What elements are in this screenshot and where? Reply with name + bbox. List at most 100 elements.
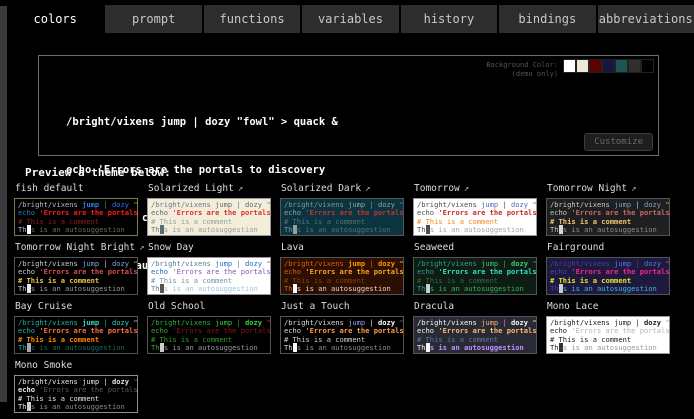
autosuggestion-token: s is an autosuggestion <box>164 343 258 352</box>
tab-functions[interactable]: functions <box>204 5 300 33</box>
typed-text: Th <box>284 284 293 293</box>
autosuggestion-token: s is an autosuggestion <box>164 284 258 293</box>
theme-title: Fairground <box>547 242 670 254</box>
theme-card-fish-default[interactable]: fish default/bright/vixens jump | dozy "… <box>14 183 138 236</box>
typed-text: Th <box>18 284 27 293</box>
tab-colors[interactable]: colors <box>7 5 103 33</box>
theme-title: Mono Smoke <box>15 360 138 372</box>
typed-text: Th <box>417 284 426 293</box>
theme-card-mono-smoke[interactable]: Mono Smoke/bright/vixens jump | dozy "fo… <box>14 360 138 413</box>
tab-variables[interactable]: variables <box>302 5 398 33</box>
theme-title: Tomorrow↗ <box>414 183 537 195</box>
tab-bindings[interactable]: bindings <box>499 5 595 33</box>
theme-card-mono-lace[interactable]: Mono Lace/bright/vixens jump | dozy "fow… <box>546 301 670 354</box>
autosuggestion-token: s is an autosuggestion <box>31 343 125 352</box>
autosuggestion-token: s is an autosuggestion <box>297 225 391 234</box>
typed-text: Th <box>417 343 426 352</box>
theme-terminal-preview: /bright/vixens jump | dozy "fowl" > quac… <box>546 198 670 236</box>
background-color-label: Background Color: <box>486 61 558 70</box>
autosuggestion-token: s is an autosuggestion <box>430 225 524 234</box>
external-link-icon: ↗ <box>631 184 636 194</box>
theme-card-just-a-touch[interactable]: Just a Touch/bright/vixens jump | dozy "… <box>280 301 404 354</box>
theme-terminal-preview: /bright/vixens jump | dozy "fowl" > quac… <box>147 316 271 354</box>
autosuggestion-token: s is an autosuggestion <box>563 343 657 352</box>
autosuggestion-token: s is an autosuggestion <box>563 225 657 234</box>
tab-bar: colorspromptfunctionsvariableshistorybin… <box>7 5 694 33</box>
theme-terminal-preview: /bright/vixens jump | dozy "fowl" > quac… <box>14 316 138 354</box>
theme-card-lava[interactable]: Lava/bright/vixens jump | dozy "fowl" > … <box>280 242 404 295</box>
autosuggestion-token: s is an autosuggestion <box>31 284 125 293</box>
theme-title: Solarized Dark↗ <box>281 183 404 195</box>
theme-title: Just a Touch <box>281 301 404 313</box>
theme-grid: fish default/bright/vixens jump | dozy "… <box>14 183 692 419</box>
theme-title: Snow Day <box>148 242 271 254</box>
typed-text: Th <box>151 225 160 234</box>
bg-swatch-teal[interactable] <box>615 59 628 73</box>
theme-card-dracula[interactable]: Dracula/bright/vixens jump | dozy "fowl"… <box>413 301 537 354</box>
tab-history[interactable]: history <box>401 5 497 33</box>
typed-text: Th <box>284 225 293 234</box>
autosuggestion-token: s is an autosuggestion <box>31 225 125 234</box>
bg-swatch-black[interactable] <box>641 59 654 73</box>
bg-swatch-navy[interactable] <box>602 59 615 73</box>
theme-title: Dracula <box>414 301 537 313</box>
autosuggestion-token: s is an autosuggestion <box>297 284 391 293</box>
typed-text: Th <box>18 225 27 234</box>
theme-terminal-preview: /bright/vixens jump | dozy "fowl" > quac… <box>14 198 138 236</box>
background-color-control: Background Color: (demo only) <box>486 59 654 79</box>
theme-card-snow-day[interactable]: Snow Day/bright/vixens jump | dozy "fowl… <box>147 242 271 295</box>
theme-title: Solarized Light↗ <box>148 183 271 195</box>
customize-button[interactable]: Customize <box>584 133 653 151</box>
theme-title: Bay Cruise <box>15 301 138 313</box>
theme-card-fairground[interactable]: Fairground/bright/vixens jump | dozy "fo… <box>546 242 670 295</box>
terminal-line-1: /bright/vixens jump | dozy "fowl" > quac… <box>66 114 338 130</box>
theme-preview-panel: Background Color: (demo only) /bright/vi… <box>38 55 659 156</box>
theme-card-bay-cruise[interactable]: Bay Cruise/bright/vixens jump | dozy "fo… <box>14 301 138 354</box>
bg-swatch-dark-red[interactable] <box>589 59 602 73</box>
theme-card-tomorrow-night[interactable]: Tomorrow Night↗ /bright/vixens jump | doz… <box>546 183 670 236</box>
typed-text: Th <box>18 343 27 352</box>
theme-terminal-preview: /bright/vixens jump | dozy "fowl" > quac… <box>413 257 537 295</box>
bg-swatch-gray[interactable] <box>628 59 641 73</box>
theme-title: Lava <box>281 242 404 254</box>
theme-terminal-preview: /bright/vixens jump | dozy "fowl" > quac… <box>14 257 138 295</box>
typed-text: Th <box>284 343 293 352</box>
theme-card-tomorrow-night-bright[interactable]: Tomorrow Night Bright↗/bright/vixens jum… <box>14 242 138 295</box>
demo-only-label: (demo only) <box>486 70 558 79</box>
theme-title: Old School <box>148 301 271 313</box>
theme-terminal-preview: /bright/vixens jump | dozy "fowl" > quac… <box>147 257 271 295</box>
theme-card-seaweed[interactable]: Seaweed/bright/vixens jump | dozy "fowl"… <box>413 242 537 295</box>
theme-terminal-preview: /bright/vixens jump | dozy "fowl" > quac… <box>546 316 670 354</box>
theme-title: Seaweed <box>414 242 537 254</box>
theme-card-old-school[interactable]: Old School/bright/vixens jump | dozy "fo… <box>147 301 271 354</box>
external-link-icon: ↗ <box>139 243 144 253</box>
theme-terminal-preview: /bright/vixens jump | dozy "fowl" > quac… <box>147 198 271 236</box>
typed-text: Th <box>550 225 559 234</box>
theme-terminal-preview: /bright/vixens jump | dozy "fowl" > quac… <box>280 198 404 236</box>
external-link-icon: ↗ <box>365 184 370 194</box>
tab-prompt[interactable]: prompt <box>105 5 201 33</box>
theme-card-tomorrow[interactable]: Tomorrow↗ /bright/vixens jump | dozy "fow… <box>413 183 537 236</box>
typed-text: Th <box>151 343 160 352</box>
autosuggestion-token: s is an autosuggestion <box>31 402 125 411</box>
bg-swatch-white[interactable] <box>563 59 576 73</box>
typed-text: Th <box>151 284 160 293</box>
autosuggestion-token: s is an autosuggestion <box>164 225 258 234</box>
bg-swatch-cream[interactable] <box>576 59 589 73</box>
autosuggestion-token: s is an autosuggestion <box>563 284 657 293</box>
swatch-row <box>563 59 654 73</box>
autosuggestion-token: s is an autosuggestion <box>430 343 524 352</box>
theme-terminal-preview: /bright/vixens jump | dozy "fowl" > quac… <box>413 198 537 236</box>
page-left-margin <box>0 6 7 402</box>
theme-title: Mono Lace <box>547 301 670 313</box>
background-color-labels: Background Color: (demo only) <box>486 59 558 79</box>
theme-card-solarized-dark[interactable]: Solarized Dark↗ /bright/vixens jump | doz… <box>280 183 404 236</box>
external-link-icon: ↗ <box>238 184 243 194</box>
external-link-icon: ↗ <box>464 184 469 194</box>
typed-text: Th <box>550 284 559 293</box>
theme-title: Tomorrow Night↗ <box>547 183 670 195</box>
tab-abbreviations[interactable]: abbreviations <box>598 5 694 33</box>
theme-terminal-preview: /bright/vixens jump | dozy "fowl" > quac… <box>14 375 138 413</box>
theme-title: fish default <box>15 183 138 195</box>
theme-card-solarized-light[interactable]: Solarized Light↗ /bright/vixens jump | do… <box>147 183 271 236</box>
